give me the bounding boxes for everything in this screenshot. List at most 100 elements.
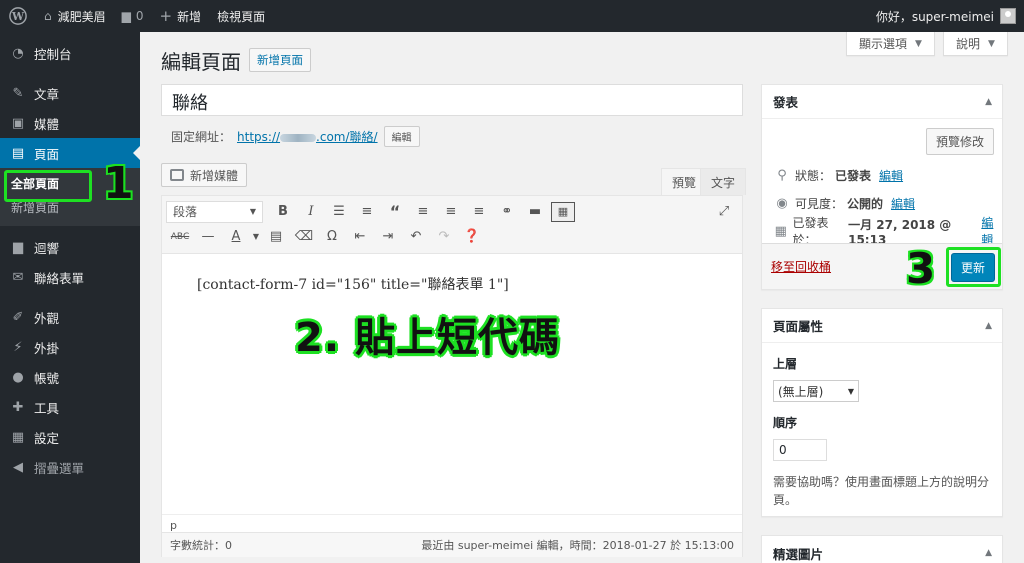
pin-icon: ⚲	[777, 167, 787, 183]
order-input[interactable]: 0	[773, 439, 827, 461]
caret-up-icon: ▲	[985, 320, 992, 331]
permalink-prefix: https://	[237, 130, 281, 144]
comments-count: 0	[135, 9, 144, 23]
sidebar-item-comments[interactable]: ▆ 迴響	[0, 232, 140, 262]
avatar	[1000, 8, 1016, 24]
numbered-list-icon[interactable]: ≡	[353, 200, 381, 224]
visibility-label: 可見度：	[795, 196, 844, 211]
text-color-icon[interactable]: A	[222, 225, 250, 249]
sidebar-item-dashboard[interactable]: ◔ 控制台	[0, 38, 140, 68]
strikethrough-icon[interactable]: ABC	[166, 225, 194, 249]
bullet-list-icon[interactable]: ☰	[325, 200, 353, 224]
new-label: 新增	[177, 9, 202, 24]
move-to-trash-link[interactable]: 移至回收桶	[771, 258, 831, 275]
comments-link[interactable]: ▆ 0	[114, 0, 152, 32]
view-page-link[interactable]: 檢視頁面	[209, 0, 273, 32]
sidebar-item-tools[interactable]: ✚ 工具	[0, 392, 140, 422]
visibility-edit-link[interactable]: 編輯	[891, 195, 915, 212]
permalink-edit-button[interactable]: 編輯	[383, 126, 420, 147]
page-attributes-box: 頁面屬性 ▲ 上層 (無上層) ▼ 順序 0 需要協助嗎？使用畫面標題上方的說明分頁…	[761, 308, 1003, 517]
permalink-row: 固定網址： https:// .com/聯絡/ 編輯	[171, 126, 420, 147]
media-icon: ▣	[11, 115, 25, 131]
post-title-input[interactable]: 聯絡	[161, 84, 743, 116]
clear-formatting-icon[interactable]: ⌫	[290, 225, 318, 249]
plug-icon: ⚡	[13, 339, 23, 355]
undo-icon[interactable]: ↶	[402, 225, 430, 249]
sidebar-item-users[interactable]: ● 帳號	[0, 362, 140, 392]
sidebar-item-label: 媒體	[34, 116, 60, 132]
help-label: 說明	[955, 37, 980, 51]
paste-text-icon[interactable]: ▤	[262, 225, 290, 249]
italic-button[interactable]: I	[297, 200, 325, 224]
sidebar-item-media[interactable]: ▣ 媒體	[0, 108, 140, 138]
sidebar-item-label: 文章	[34, 86, 60, 102]
status-row: ⚲ 狀態： 已發表 編輯	[762, 161, 1002, 189]
sidebar-item-settings[interactable]: ▦ 設定	[0, 422, 140, 452]
wordpress-logo-icon[interactable]: W	[0, 0, 36, 32]
caret-up-icon: ▲	[985, 96, 992, 107]
blockquote-icon[interactable]: “	[381, 200, 409, 224]
sidebar-item-contact-forms[interactable]: ✉ 聯絡表單	[0, 262, 140, 292]
blurred-domain	[280, 133, 317, 142]
site-name-link[interactable]: ⌂ 減肥美眉	[36, 0, 114, 32]
published-date-row: ▦ 已發表於： 一月 27, 2018 @ 15:13 編輯	[762, 216, 1002, 247]
preview-changes-button[interactable]: 預覽修改	[925, 128, 994, 155]
link-icon[interactable]: ⚭	[493, 200, 521, 224]
parent-select[interactable]: (無上層) ▼	[773, 380, 859, 402]
last-edited-info: 最近由 super-meimei 編輯，時間：2018-01-27 於 15:1…	[421, 539, 734, 552]
tab-text[interactable]: 文字	[700, 168, 747, 195]
align-right-icon[interactable]: ≡	[465, 200, 493, 224]
sidebar-collapse-menu[interactable]: ◀ 摺疊選單	[0, 452, 140, 482]
sidebar-item-appearance[interactable]: ✐ 外觀	[0, 302, 140, 332]
fullscreen-icon[interactable]: ⤢	[710, 200, 738, 224]
publish-box-header[interactable]: 發表 ▲	[762, 85, 1002, 119]
screen-options-label: 顯示選項	[859, 37, 908, 51]
caret-down-icon: ▼	[915, 38, 922, 49]
step3-number: 3	[906, 244, 936, 293]
align-center-icon[interactable]: ≡	[437, 200, 465, 224]
redo-icon[interactable]: ↷	[430, 225, 458, 249]
horizontal-line-icon[interactable]: —	[194, 225, 222, 249]
indent-icon[interactable]: ⇥	[374, 225, 402, 249]
read-more-icon[interactable]: ▬	[521, 200, 549, 224]
user-account-menu[interactable]: 你好，super-meimei	[868, 0, 1024, 32]
align-left-icon[interactable]: ≡	[409, 200, 437, 224]
special-character-icon[interactable]: Ω	[318, 225, 346, 249]
add-media-label: 新增媒體	[190, 168, 239, 183]
status-edit-link[interactable]: 編輯	[879, 167, 903, 184]
featured-image-header[interactable]: 精選圖片 ▲	[762, 536, 1002, 563]
bold-button[interactable]: B	[269, 200, 297, 224]
page-attributes-header[interactable]: 頁面屬性 ▲	[762, 309, 1002, 343]
comment-icon: ▆	[13, 239, 23, 255]
help-button[interactable]: 說明 ▼	[942, 32, 1008, 56]
add-media-button[interactable]: 新增媒體	[161, 163, 248, 187]
add-new-page-button[interactable]: 新增頁面	[249, 48, 311, 72]
toolbar-toggle-icon[interactable]: ▦	[551, 201, 575, 222]
permalink-label: 固定網址：	[171, 130, 232, 144]
sidebar-item-label: 控制台	[34, 46, 72, 62]
sidebar-item-label: 聯絡表單	[34, 270, 85, 286]
sidebar-item-posts[interactable]: ✎ 文章	[0, 78, 140, 108]
outdent-icon[interactable]: ⇤	[346, 225, 374, 249]
greeting-label: 你好，super-meimei	[875, 9, 994, 24]
view-page-label: 檢視頁面	[217, 9, 266, 24]
site-name-label: 減肥美眉	[57, 9, 106, 24]
dashboard-icon: ◔	[12, 45, 24, 61]
caret-down-icon[interactable]: ▼	[250, 225, 262, 249]
publish-box-title: 發表	[773, 95, 799, 110]
parent-label: 上層	[773, 357, 798, 371]
sidebar-item-label: 頁面	[34, 146, 60, 162]
pin-icon: ✎	[12, 85, 24, 101]
sidebar-item-plugins[interactable]: ⚡ 外掛	[0, 332, 140, 362]
format-select[interactable]: 段落 ▼	[166, 200, 263, 223]
user-icon: ●	[12, 369, 24, 385]
editor-path: p	[162, 514, 742, 532]
featured-image-title: 精選圖片	[773, 546, 824, 562]
help-question-icon[interactable]: ❓	[458, 225, 486, 249]
permalink-link[interactable]: https:// .com/聯絡/	[237, 128, 378, 145]
new-content-link[interactable]: + 新增	[152, 0, 210, 32]
screen-options-button[interactable]: 顯示選項 ▼	[846, 32, 935, 56]
sidebar-item-label: 摺疊選單	[34, 460, 85, 476]
comment-bubble-icon: ▆	[121, 9, 131, 23]
content-editor: 段落 ▼ B I ☰ ≡ “ ≡ ≡ ≡ ⚭ ▬ ▦ ⤢ ABC — A ▼ ▤ …	[161, 195, 743, 557]
